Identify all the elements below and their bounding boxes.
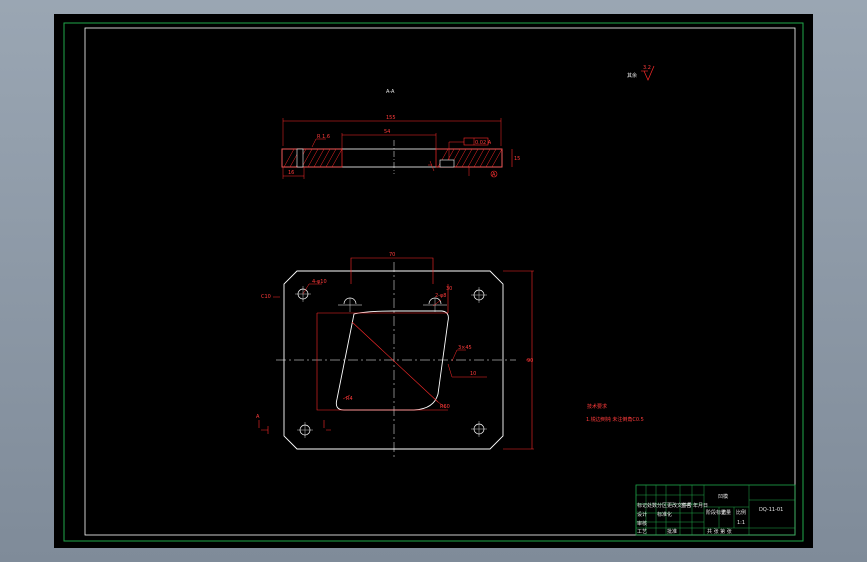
tb-standard: 标准化 xyxy=(657,511,672,518)
tb-scale: 1:1 xyxy=(737,520,745,526)
tb-weight: 重量 xyxy=(721,509,731,516)
plan-view: 70 30 90 10 3×45 R60 R4 4-φ10 C10 2-φ8 A xyxy=(256,252,534,459)
dim-right-height: 90 xyxy=(527,358,533,364)
roughness-value: 3.2 xyxy=(643,65,651,71)
section-label: A-A xyxy=(386,89,395,95)
label-hole-top: 2-φ8 xyxy=(435,293,446,299)
pin-holes xyxy=(338,297,447,312)
section-marker: A xyxy=(256,414,260,420)
dim-overall: 155 xyxy=(386,115,396,121)
dim-thickness: 15 xyxy=(514,156,520,162)
cad-viewport: 3.2 其余 A-A 155 54 0.02 A 15 A 16 R 1.6 7… xyxy=(0,0,867,562)
label-chamfer: C10 xyxy=(261,294,271,300)
drawing-svg: 3.2 其余 A-A 155 54 0.02 A 15 A 16 R 1.6 7… xyxy=(63,22,804,542)
outer-frame xyxy=(63,22,804,542)
tb-cell-4: 签名 xyxy=(681,502,691,509)
dim-right-offset: 10 xyxy=(470,371,476,377)
dim-diagonal: R60 xyxy=(440,404,450,410)
dim-right-side: 30 xyxy=(446,286,452,292)
tb-cell-0: 标记 xyxy=(637,502,647,509)
tb-cell-2: 分区 xyxy=(657,502,667,509)
tb-part-name: 凹模 xyxy=(718,493,728,500)
title-block: 标记 处数 分区 更改文件号 签名 年月日 设计 标准化 审核 工艺 批准 阶段… xyxy=(635,484,796,536)
tb-approve: 批准 xyxy=(667,528,677,535)
tb-scale-label: 比例 xyxy=(736,509,746,516)
dim-left-bottom: 16 xyxy=(288,170,294,176)
datum-marker: A xyxy=(492,172,496,178)
tb-design: 设计 xyxy=(637,511,647,518)
roughness-note: 其余 xyxy=(627,72,637,79)
dim-opening: 54 xyxy=(384,129,390,135)
label-hole-left: 4-φ10 xyxy=(312,279,327,285)
dim-radius-small: R4 xyxy=(346,396,353,402)
notes-title: 技术要求 xyxy=(587,403,607,410)
technical-notes: 技术要求 1.锐边倒钝 未注倒角C0.5 xyxy=(586,403,644,423)
die-opening xyxy=(335,310,449,411)
dim-left-step: R 1.6 xyxy=(317,134,330,140)
drawing-canvas[interactable]: 3.2 其余 A-A 155 54 0.02 A 15 A 16 R 1.6 7… xyxy=(54,14,813,548)
dim-top-opening: 70 xyxy=(389,252,395,258)
roughness-symbol: 3.2 其余 xyxy=(627,65,655,81)
corner-holes xyxy=(295,286,487,438)
dim-center-offset: 3×45 xyxy=(458,345,472,351)
hatch-left xyxy=(281,148,343,168)
section-view: 155 54 0.02 A 15 A 16 R 1.6 xyxy=(281,115,520,179)
tb-cell-1: 处数 xyxy=(647,502,657,509)
tb-drawing-no: DQ-11-01 xyxy=(759,507,783,513)
tb-review: 审核 xyxy=(637,520,647,527)
tb-cell-5: 年月日 xyxy=(693,502,708,509)
inner-frame xyxy=(84,27,796,536)
tolerance-frame: 0.02 A xyxy=(475,140,492,146)
tb-sheet: 共 张 第 张 xyxy=(707,528,732,535)
notes-line1: 1.锐边倒钝 未注倒角C0.5 xyxy=(586,416,644,423)
tb-process: 工艺 xyxy=(637,529,647,535)
